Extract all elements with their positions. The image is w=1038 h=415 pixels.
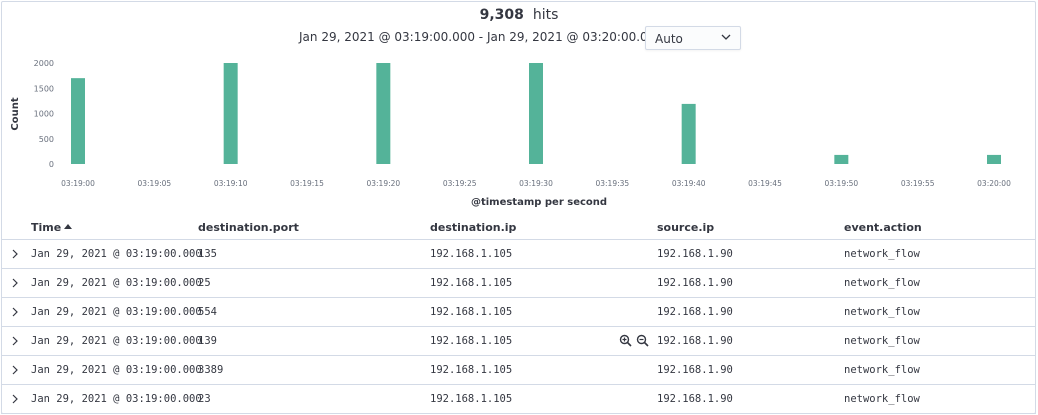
cell-destination-ip: 192.168.1.105 bbox=[430, 393, 513, 405]
cell-source-ip: 192.168.1.90 bbox=[657, 248, 733, 260]
x-tick-label: 03:19:05 bbox=[137, 179, 171, 188]
x-tick-label: 03:19:10 bbox=[214, 179, 248, 188]
cell-destination-ip: 192.168.1.105 bbox=[430, 277, 513, 289]
column-header-destination-ip[interactable]: destination.ip bbox=[430, 221, 516, 234]
chart-bar bbox=[681, 103, 696, 164]
magnify-minus-icon[interactable] bbox=[636, 334, 649, 347]
interval-value: Auto bbox=[655, 32, 683, 46]
cell-destination-port: 23 bbox=[198, 393, 211, 405]
column-header-time[interactable]: Time bbox=[31, 221, 73, 234]
cell-time: Jan 29, 2021 @ 03:19:00.000 bbox=[31, 306, 202, 318]
x-tick-label: 03:19:15 bbox=[290, 179, 324, 188]
x-tick-label: 03:19:55 bbox=[901, 179, 935, 188]
x-tick-label: 03:19:40 bbox=[672, 179, 706, 188]
cell-destination-ip: 192.168.1.105 bbox=[430, 248, 513, 260]
chart-bar bbox=[376, 63, 391, 164]
hits-summary: 9,308 hits bbox=[0, 7, 1038, 23]
arrow-right-icon[interactable] bbox=[9, 276, 21, 290]
table-header: Time destination.port destination.ip sou… bbox=[1, 212, 1036, 240]
x-tick-label: 03:19:00 bbox=[61, 179, 95, 188]
cell-time: Jan 29, 2021 @ 03:19:00.000 bbox=[31, 248, 202, 260]
cell-time: Jan 29, 2021 @ 03:19:00.000 bbox=[31, 335, 202, 347]
cell-source-ip: 192.168.1.90 bbox=[657, 277, 733, 289]
cell-destination-port: 3389 bbox=[198, 364, 224, 376]
column-header-source-ip[interactable]: source.ip bbox=[657, 221, 714, 234]
column-header-label: Time bbox=[31, 221, 62, 234]
table-row[interactable]: Jan 29, 2021 @ 03:19:00.000 554 192.168.1.… bbox=[1, 298, 1036, 327]
x-tick-label: 03:19:25 bbox=[443, 179, 477, 188]
documents-table: Time destination.port destination.ip sou… bbox=[1, 212, 1036, 414]
cell-destination-port: 25 bbox=[198, 277, 211, 289]
chart-bar bbox=[987, 154, 1001, 164]
x-tick-label: 03:19:20 bbox=[366, 179, 400, 188]
cell-source-ip: 192.168.1.90 bbox=[657, 335, 733, 347]
x-tick-label: 03:19:35 bbox=[595, 179, 629, 188]
arrow-right-icon[interactable] bbox=[9, 363, 21, 377]
chart-bar bbox=[223, 63, 238, 164]
table-body: Jan 29, 2021 @ 03:19:00.000 135 192.168.1.… bbox=[1, 240, 1036, 414]
y-tick-label: 0 bbox=[49, 160, 54, 169]
table-row[interactable]: Jan 29, 2021 @ 03:19:00.000 23 192.168.1.1… bbox=[1, 385, 1036, 414]
cell-event-action: network_flow bbox=[844, 277, 920, 289]
hits-count: 9,308 bbox=[479, 7, 524, 23]
arrow-right-icon[interactable] bbox=[9, 305, 21, 319]
hits-label: hits bbox=[532, 7, 559, 23]
column-header-event-action[interactable]: event.action bbox=[844, 221, 922, 234]
cell-destination-port: 139 bbox=[198, 335, 217, 347]
y-tick-label: 1500 bbox=[34, 84, 54, 93]
cell-destination-ip: 192.168.1.105 bbox=[430, 364, 513, 376]
cell-destination-port: 554 bbox=[198, 306, 217, 318]
cell-destination-ip: 192.168.1.105 bbox=[430, 335, 513, 347]
table-row[interactable]: Jan 29, 2021 @ 03:19:00.000 3389 192.168.1… bbox=[1, 356, 1036, 385]
y-axis-label: Count bbox=[10, 97, 21, 130]
arrow-right-icon[interactable] bbox=[9, 247, 21, 261]
table-row[interactable]: Jan 29, 2021 @ 03:19:00.000 25 192.168.1.1… bbox=[1, 269, 1036, 298]
y-tick-label: 500 bbox=[39, 135, 54, 144]
cell-destination-port: 135 bbox=[198, 248, 217, 260]
x-tick-label: 03:20:00 bbox=[977, 179, 1011, 188]
arrow-right-icon[interactable] bbox=[9, 392, 21, 406]
cell-event-action: network_flow bbox=[844, 335, 920, 347]
cell-source-ip: 192.168.1.90 bbox=[657, 306, 733, 318]
cell-time: Jan 29, 2021 @ 03:19:00.000 bbox=[31, 364, 202, 376]
cell-event-action: network_flow bbox=[844, 248, 920, 260]
cell-destination-ip: 192.168.1.105 bbox=[430, 306, 513, 318]
x-tick-label: 03:19:30 bbox=[519, 179, 553, 188]
histogram-chart: Count 2000 1500 1000 500 0 03:19:00 03:19:05 03:… bbox=[10, 59, 1011, 208]
cell-event-action: network_flow bbox=[844, 364, 920, 376]
column-header-destination-port[interactable]: destination.port bbox=[198, 221, 299, 234]
magnify-plus-icon[interactable] bbox=[619, 334, 632, 347]
cell-time: Jan 29, 2021 @ 03:19:00.000 bbox=[31, 277, 202, 289]
chart-bar bbox=[71, 78, 85, 164]
cell-event-action: network_flow bbox=[844, 393, 920, 405]
y-tick-label: 1000 bbox=[34, 110, 54, 119]
interval-select[interactable]: Auto bbox=[645, 26, 741, 50]
arrow-right-icon[interactable] bbox=[9, 334, 21, 348]
sort-ascending-icon[interactable] bbox=[64, 223, 73, 229]
x-tick-label: 03:19:50 bbox=[824, 179, 858, 188]
x-tick-label: 03:19:45 bbox=[748, 179, 782, 188]
cell-source-ip: 192.168.1.90 bbox=[657, 393, 733, 405]
chart-bar bbox=[834, 154, 849, 164]
time-range-row: Jan 29, 2021 @ 03:19:00.000 - Jan 29, 20… bbox=[0, 26, 1038, 50]
chevron-down-icon bbox=[721, 34, 731, 40]
x-axis-label: @timestamp per second bbox=[471, 197, 607, 208]
chart-bar bbox=[529, 63, 543, 164]
y-tick-label: 2000 bbox=[34, 59, 54, 68]
time-range-text: Jan 29, 2021 @ 03:19:00.000 - Jan 29, 20… bbox=[299, 30, 679, 44]
table-row[interactable]: Jan 29, 2021 @ 03:19:00.000 139 192.168.1.… bbox=[1, 327, 1036, 356]
table-row[interactable]: Jan 29, 2021 @ 03:19:00.000 135 192.168.1.… bbox=[1, 240, 1036, 269]
cell-source-ip: 192.168.1.90 bbox=[657, 364, 733, 376]
cell-time: Jan 29, 2021 @ 03:19:00.000 bbox=[31, 393, 202, 405]
cell-event-action: network_flow bbox=[844, 306, 920, 318]
